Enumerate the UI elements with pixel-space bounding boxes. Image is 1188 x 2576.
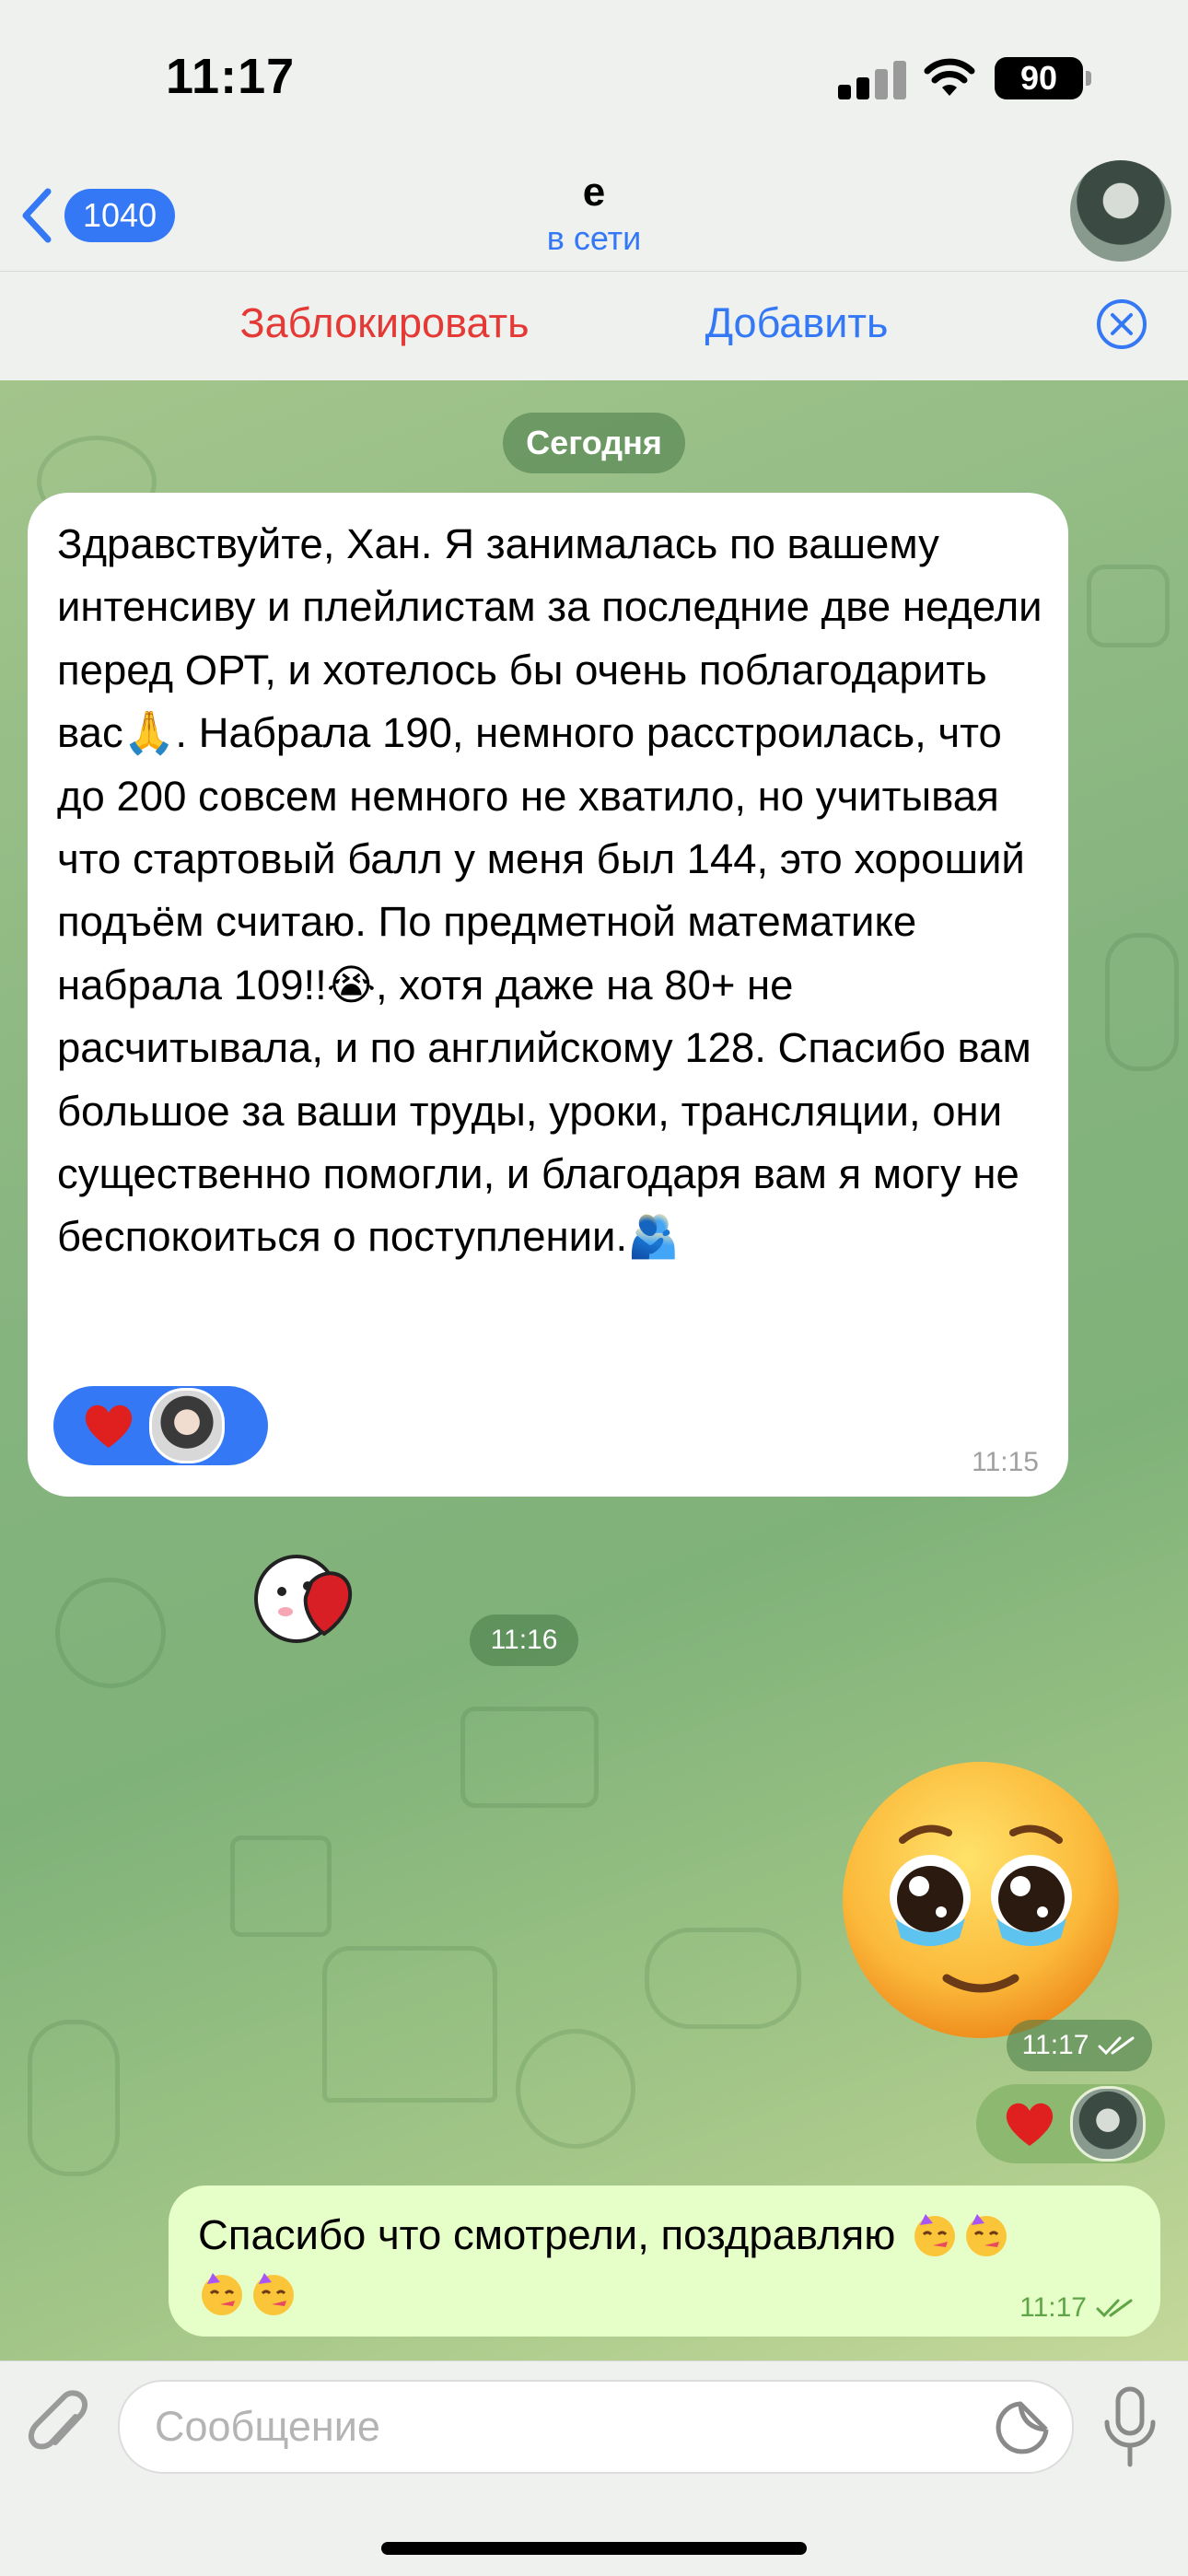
heart-icon [1006,2103,1054,2146]
add-contact-button[interactable]: Добавить [645,299,949,347]
wifi-icon [924,58,975,96]
emoji-time-text: 11:17 [1021,2030,1089,2060]
partying-face-emoji [966,2214,1007,2256]
incoming-message-text: Здравствуйте, Хан. Я занималась по вашем… [57,520,1042,1261]
outgoing-message-bubble[interactable]: Спасибо что смотрели, поздравляю 11:17 [169,2186,1160,2337]
background-doodle [460,1707,599,1808]
contact-status: в сети [546,219,642,257]
signal-icon [838,61,912,99]
status-bar: 11:17 90 [0,0,1188,157]
paperclip-icon[interactable] [28,2389,90,2463]
contact-avatar[interactable] [1070,160,1171,262]
sticker-image[interactable] [249,1545,364,1651]
close-circle-icon[interactable] [1096,298,1147,350]
heart-icon [85,1405,133,1448]
partying-face-emoji [914,2214,956,2256]
background-doodle [516,2029,635,2149]
incoming-message-bubble[interactable]: Здравствуйте, Хан. Я занималась по вашем… [28,493,1068,1497]
partying-face-emoji [202,2273,242,2315]
background-doodle [230,1836,332,1937]
date-separator: Сегодня [503,413,685,473]
double-check-icon [1098,2036,1135,2056]
action-bar: Заблокировать Добавить [0,272,1188,380]
partying-face-emoji [253,2273,294,2315]
background-doodle [55,1578,166,1688]
double-check-icon [1096,2299,1133,2318]
home-indicator [381,2542,807,2555]
block-button[interactable]: Заблокировать [166,299,603,347]
battery-tip [1086,71,1091,86]
message-field[interactable] [118,2380,1074,2474]
reaction-chip[interactable] [53,1386,268,1465]
background-doodle [322,1946,497,2103]
message-time: 11:17 [1019,2292,1135,2324]
reaction-chip[interactable] [976,2084,1165,2163]
status-time: 11:17 [166,49,296,104]
chat-header: 1040 e в сети [0,157,1188,272]
battery-icon: 90 [995,57,1083,99]
background-doodle [645,1928,801,2029]
background-doodle [28,2020,120,2176]
emoji-time: 11:17 [1007,2020,1152,2071]
contact-name[interactable]: e [0,169,1188,216]
sticker-icon[interactable] [995,2398,1052,2455]
message-time: 11:15 [972,1447,1039,1477]
reactor-avatar [149,1388,225,1463]
background-doodle [1087,565,1170,647]
chat-area[interactable]: Сегодня Здравствуйте, Хан. Я занималась … [0,380,1188,2360]
reactor-avatar [1070,2086,1146,2162]
microphone-icon[interactable] [1098,2385,1162,2470]
background-doodle [1105,933,1179,1071]
sticker-time: 11:16 [470,1614,578,1666]
message-time-text: 11:17 [1019,2292,1087,2323]
outgoing-message-text: Спасибо что смотрели, поздравляю [198,2206,1137,2324]
message-input[interactable] [153,2382,967,2472]
outgoing-message-body: Спасибо что смотрели, поздравляю [198,2211,896,2258]
pleading-face-emoji[interactable] [838,1757,1124,2043]
